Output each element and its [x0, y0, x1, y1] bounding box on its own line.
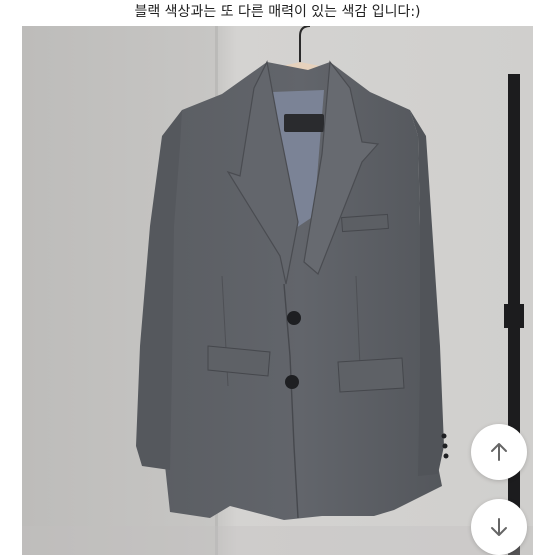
blazer-illustration: [22, 26, 533, 555]
arrow-up-icon: [491, 443, 507, 461]
right-flap-pocket: [337, 357, 405, 393]
rack-clamp: [504, 304, 524, 328]
scroll-down-button[interactable]: [471, 499, 527, 555]
jacket-button-bottom: [285, 375, 299, 389]
jacket-button-top: [287, 311, 301, 325]
caption-text: 블랙 색상과는 또 다른 매력이 있는 색감 입니다:): [0, 0, 555, 26]
brand-label: [284, 114, 324, 132]
sleeve-button: [441, 433, 447, 439]
product-detail-page: 블랙 색상과는 또 다른 매력이 있는 색감 입니다:): [0, 0, 555, 555]
sleeve-button: [442, 443, 448, 449]
floor-shadow: [22, 526, 533, 555]
product-photo: [22, 26, 533, 555]
arrow-down-icon: [491, 518, 507, 536]
sleeve-button: [443, 453, 449, 459]
chest-pocket: [341, 213, 389, 233]
scroll-up-button[interactable]: [471, 424, 527, 480]
